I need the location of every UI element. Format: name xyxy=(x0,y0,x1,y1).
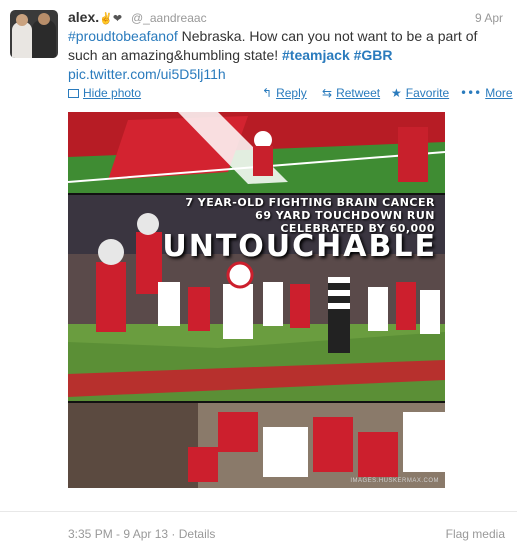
avatar-head-left xyxy=(16,14,28,26)
more-dots-icon: ••• xyxy=(460,86,482,100)
referee-stripe-2 xyxy=(328,290,350,296)
tweet-metadata: 3:35 PM - 9 Apr 13 · Details xyxy=(68,527,215,541)
bottom-player-5 xyxy=(403,412,445,472)
player-white-3 xyxy=(368,287,388,331)
hashtag-teamjack[interactable]: #teamjack xyxy=(282,47,350,63)
caption-line-1: 7 YEAR-OLD FIGHTING BRAIN CANCER xyxy=(185,196,435,209)
display-name-emoji: ✌❤ xyxy=(99,13,123,25)
bottom-player-3 xyxy=(313,417,353,472)
photo-icon xyxy=(68,89,79,98)
reply-icon: ↰ xyxy=(262,86,273,100)
photo-headline: UNTOUCHABLE xyxy=(162,229,437,264)
retweet-button[interactable]: ⇆ Retweet xyxy=(322,86,380,100)
more-label: More xyxy=(485,86,513,100)
player-jumping-helmet xyxy=(137,213,159,235)
player-31 xyxy=(96,262,126,332)
bottom-panel-left xyxy=(68,402,198,488)
bottom-player-6 xyxy=(188,447,218,482)
bottom-player-4 xyxy=(358,432,398,477)
player-white-4 xyxy=(420,290,440,334)
referee-stripe-1 xyxy=(328,277,350,283)
bottom-player-2 xyxy=(263,427,308,477)
screen-name[interactable]: @_aandreaac xyxy=(131,11,207,25)
footer-divider xyxy=(0,511,517,512)
display-name-text: alex. xyxy=(68,9,100,25)
referee-stripe-3 xyxy=(328,303,350,309)
star-icon: ★ xyxy=(391,86,402,100)
tweet-photo[interactable]: 7 YEAR-OLD FIGHTING BRAIN CANCER 69 YARD… xyxy=(68,112,445,488)
more-button[interactable]: ••• More xyxy=(460,86,513,100)
bottom-player-1 xyxy=(218,412,258,452)
photo-credit: IMAGES.HUSKERMAX.COM xyxy=(350,478,439,484)
action-bar: Hide photo ↰ Reply ⇆ Retweet ★ Favorite •••… xyxy=(68,86,513,102)
avatar-person-left xyxy=(12,22,32,58)
avatar[interactable] xyxy=(10,10,58,58)
top-panel-player xyxy=(253,146,273,176)
caption-line-2: 69 YARD TOUCHDOWN RUN xyxy=(255,209,435,222)
player-red-4 xyxy=(396,282,416,330)
player-red-3 xyxy=(290,284,310,328)
child-runner-helmet xyxy=(226,261,254,289)
player-white-2 xyxy=(263,282,283,326)
referee xyxy=(328,277,350,353)
tweet-text: #proudtobeafanof Nebraska. How can you n… xyxy=(68,27,508,84)
retweet-label: Retweet xyxy=(336,86,381,100)
pic-link[interactable]: pic.twitter.com/ui5D5lj11h xyxy=(68,66,226,82)
photo-collage xyxy=(68,112,445,488)
hashtag-proudtobeafanof[interactable]: #proudtobeafanof xyxy=(68,28,178,44)
retweet-icon: ⇆ xyxy=(322,86,333,100)
child-runner xyxy=(223,284,253,339)
timestamp[interactable]: 3:35 PM - 9 Apr 13 xyxy=(68,527,168,541)
details-link[interactable]: Details xyxy=(179,527,216,541)
hide-photo-link[interactable]: Hide photo xyxy=(68,86,141,100)
favorite-label: Favorite xyxy=(405,86,450,100)
player-31-helmet xyxy=(98,239,124,265)
favorite-button[interactable]: ★ Favorite xyxy=(391,86,449,100)
player-white-1 xyxy=(158,282,180,326)
tweet-date[interactable]: 9 Apr xyxy=(475,11,503,25)
hide-photo-label: Hide photo xyxy=(83,86,142,100)
meta-separator: · xyxy=(168,527,179,541)
display-name[interactable]: alex.✌❤ xyxy=(68,9,122,25)
flag-media-link[interactable]: Flag media xyxy=(446,527,505,541)
reply-label: Reply xyxy=(276,86,307,100)
hashtag-gbr[interactable]: #GBR xyxy=(354,47,393,63)
avatar-person-right xyxy=(32,20,56,58)
reply-button[interactable]: ↰ Reply xyxy=(262,86,307,100)
player-red-2 xyxy=(188,287,210,331)
avatar-head-right xyxy=(38,13,50,25)
top-panel-player-right xyxy=(398,127,428,182)
